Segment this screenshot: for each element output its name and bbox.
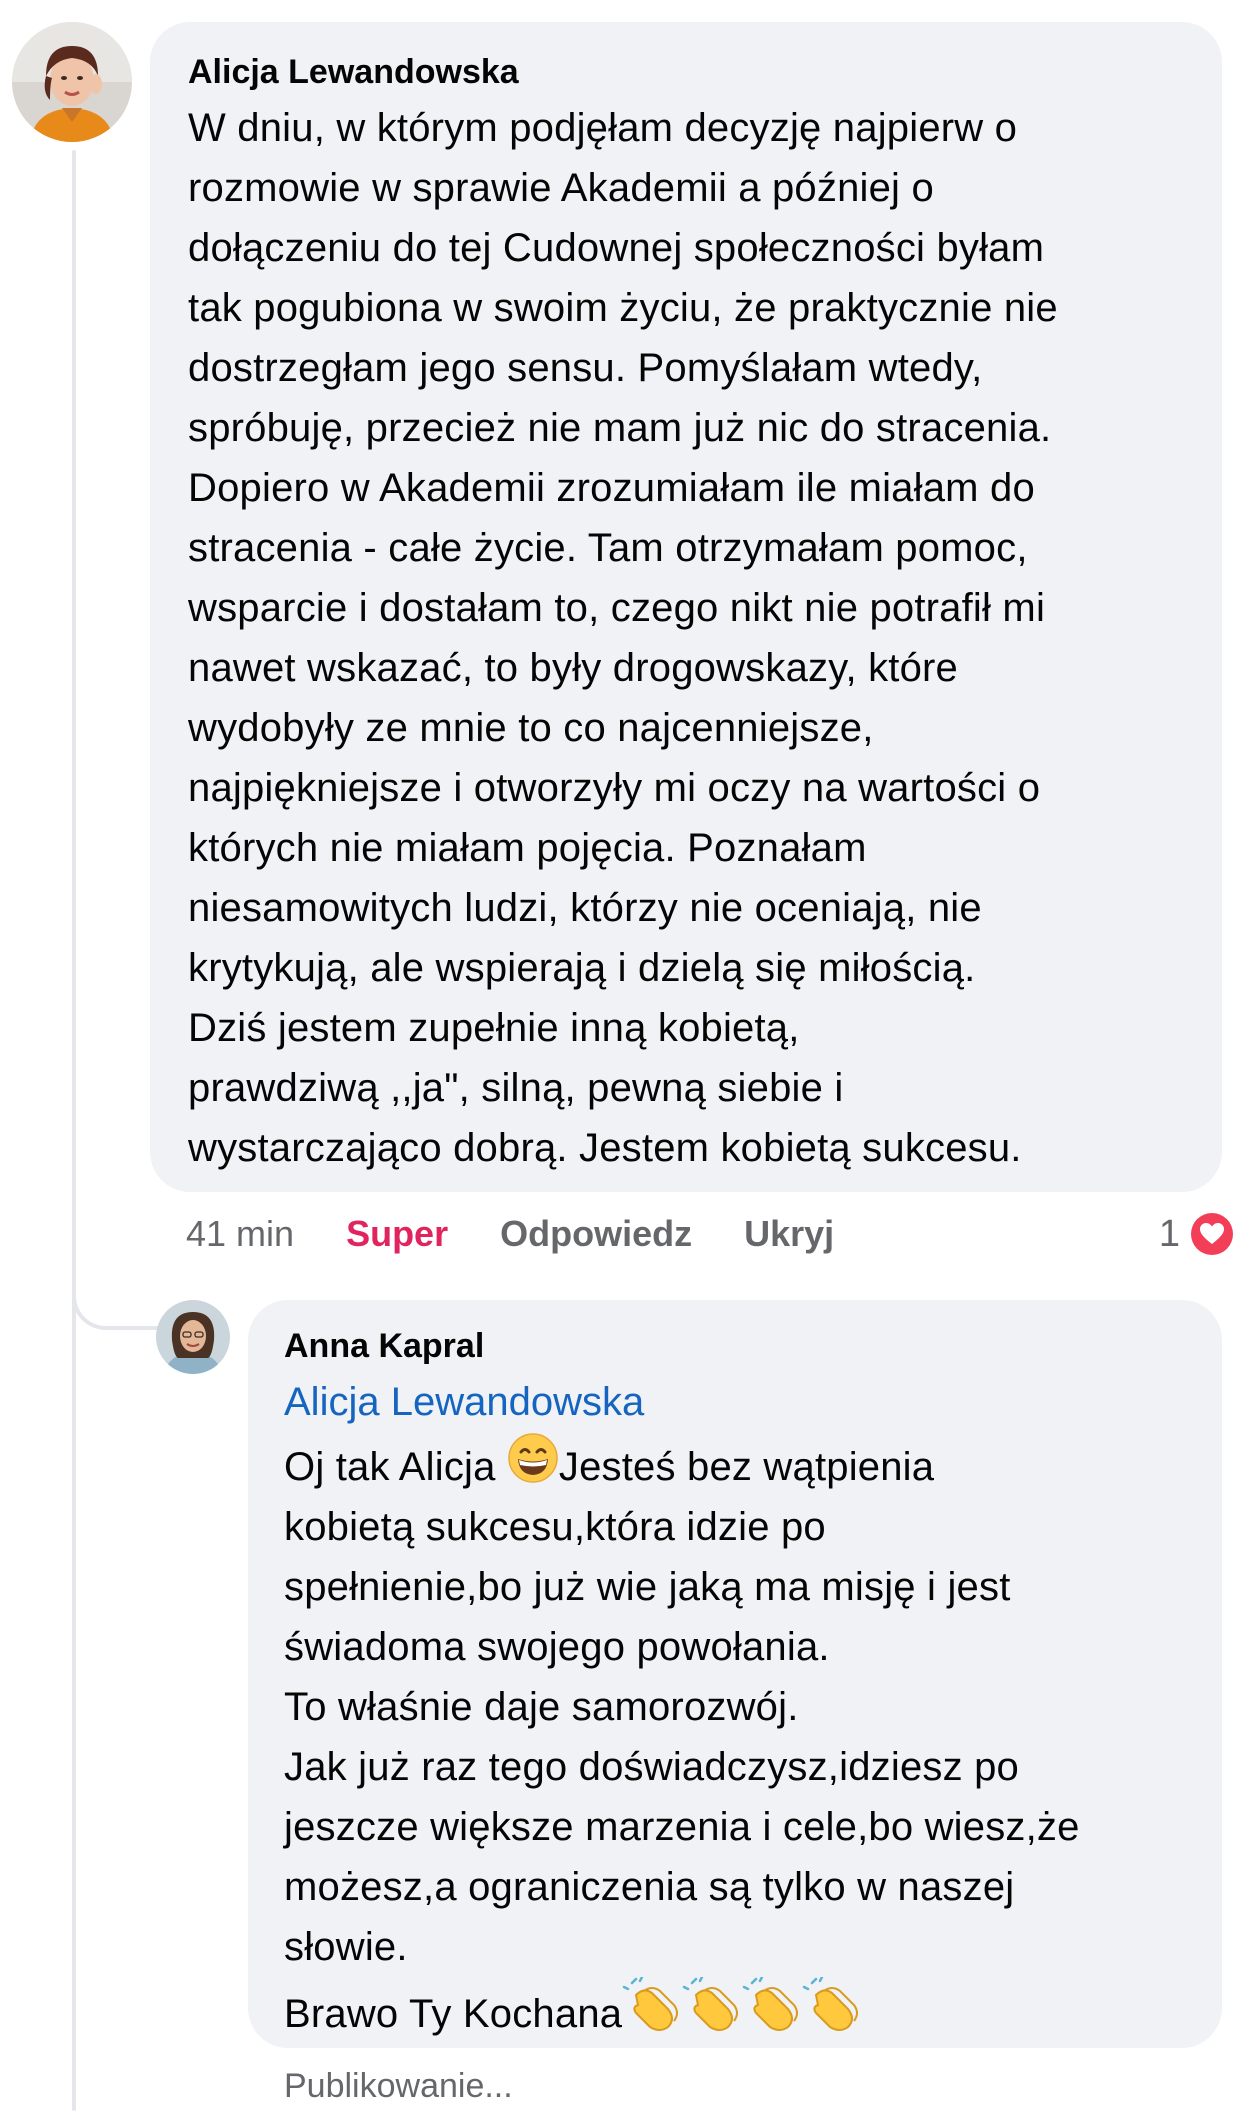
grinning-face-icon — [507, 1432, 559, 1484]
reaction-summary[interactable]: 1 — [1159, 1206, 1236, 1262]
clapping-hands-icon — [622, 1975, 682, 2033]
reply-bubble: Anna Kapral Alicja Lewandowska Oj tak Al… — [248, 1300, 1222, 2048]
clapping-hands-icon — [802, 1975, 862, 2033]
comment-actions: 41 min Super Odpowiedz Ukryj — [186, 1206, 834, 1262]
clapping-hands-icon — [682, 1975, 742, 2033]
heart-icon — [1188, 1210, 1236, 1258]
avatar[interactable] — [156, 1300, 230, 1374]
reply-author[interactable]: Anna Kapral — [284, 1324, 1182, 1368]
hide-button[interactable]: Ukryj — [744, 1213, 834, 1255]
reaction-button[interactable]: Super — [346, 1213, 448, 1255]
comment-timestamp[interactable]: 41 min — [186, 1213, 294, 1255]
mention-link[interactable]: Alicja Lewandowska — [284, 1372, 1182, 1432]
comment-text: W dniu, w którym podjęłam decyzję najpie… — [188, 106, 1058, 1170]
reaction-count: 1 — [1158, 1212, 1180, 1255]
thread-line — [72, 150, 76, 2111]
reply-text-continued: Jesteś bez wątpienia — [558, 1445, 935, 1489]
posting-status: Publikowanie... — [284, 2067, 513, 2105]
clapping-hands-icon — [742, 1975, 802, 2033]
avatar[interactable] — [12, 22, 132, 142]
reply-text-body: kobietą sukcesu,która idzie po spełnieni… — [284, 1505, 1080, 1969]
reply-button[interactable]: Odpowiedz — [500, 1213, 692, 1255]
reply-connector-line — [72, 1230, 158, 1330]
comment-bubble: Alicja Lewandowska W dniu, w którym podj… — [150, 22, 1222, 1192]
comment-author[interactable]: Alicja Lewandowska — [188, 50, 1182, 94]
reply-text-start: Oj tak Alicja — [284, 1445, 507, 1489]
reply-closing: Brawo Ty Kochana — [284, 1992, 623, 2036]
reply-text: Oj tak Alicja Jesteś bez wątpienia kobie… — [284, 1432, 1182, 2044]
